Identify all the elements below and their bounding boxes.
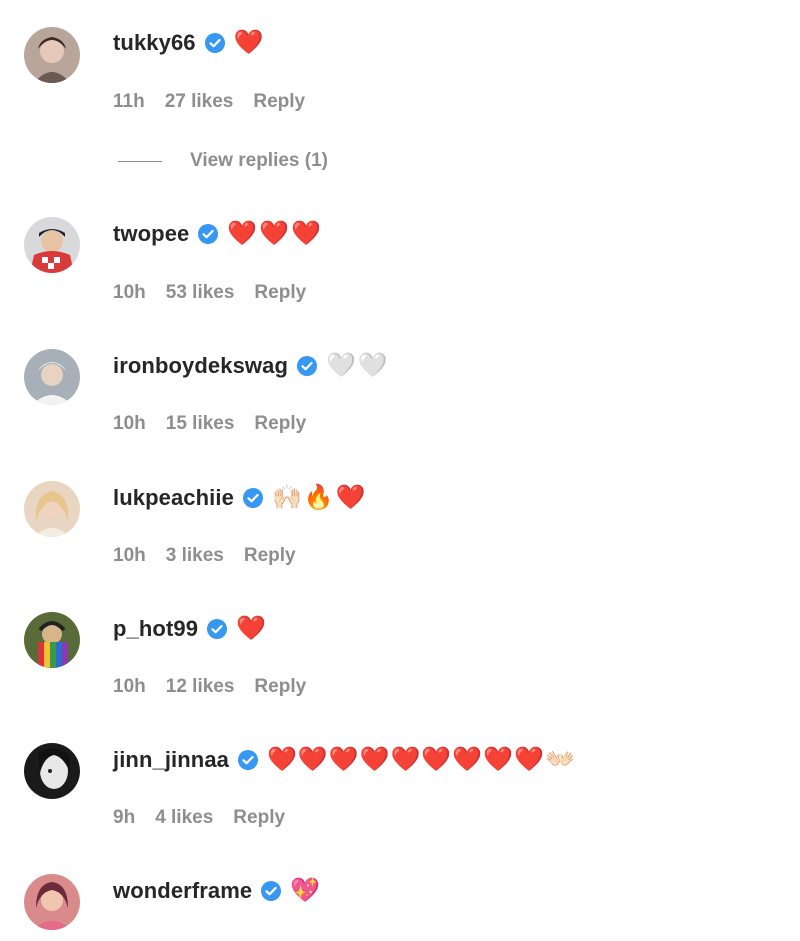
username[interactable]: jinn_jinnaa xyxy=(113,747,229,773)
avatar[interactable] xyxy=(24,481,80,537)
comment-time: 10h xyxy=(113,545,146,566)
reply-button[interactable]: Reply xyxy=(254,282,306,304)
view-replies-button[interactable]: View replies (1) xyxy=(118,150,328,172)
reply-button[interactable]: Reply xyxy=(253,91,305,113)
username[interactable]: tukky66 xyxy=(113,30,196,56)
like-count[interactable]: 4 likes xyxy=(155,807,213,829)
comment-time: 10h xyxy=(113,676,146,697)
username[interactable]: wonderframe xyxy=(113,878,252,904)
comment-text: ❤️ xyxy=(233,29,266,56)
comment-text: ❤️ xyxy=(236,615,268,642)
verified-badge-icon xyxy=(206,618,228,640)
reply-button[interactable]: Reply xyxy=(254,413,306,435)
comment-text: ❤️❤️❤️❤️❤️❤️❤️❤️❤️👐🏻 xyxy=(267,746,576,773)
avatar[interactable] xyxy=(24,743,80,799)
like-count[interactable]: 53 likes xyxy=(166,282,235,304)
verified-badge-icon xyxy=(204,32,226,54)
reply-button[interactable]: Reply xyxy=(233,807,285,829)
verified-badge-icon xyxy=(296,355,318,377)
verified-badge-icon xyxy=(197,223,219,245)
username[interactable]: p_hot99 xyxy=(113,616,198,642)
comment-text: ❤️❤️❤️ xyxy=(227,220,324,247)
like-count[interactable]: 27 likes xyxy=(165,91,234,113)
avatar[interactable] xyxy=(24,27,80,83)
verified-badge-icon xyxy=(242,487,264,509)
reply-button[interactable]: Reply xyxy=(244,545,296,567)
avatar[interactable] xyxy=(24,217,80,273)
comment-text: 🙌🏻🔥❤️ xyxy=(271,484,368,511)
like-count[interactable]: 15 likes xyxy=(166,413,235,435)
comment-time: 10h xyxy=(113,282,146,303)
username[interactable]: ironboydekswag xyxy=(113,353,288,379)
comment-text: 💖 xyxy=(290,877,323,904)
username[interactable]: twopee xyxy=(113,221,189,247)
avatar[interactable] xyxy=(24,349,80,405)
like-count[interactable]: 3 likes xyxy=(166,545,224,567)
comment-time: 9h xyxy=(113,807,136,828)
avatar[interactable] xyxy=(24,612,80,668)
comment-text: 🤍🤍 xyxy=(326,352,390,379)
avatar[interactable] xyxy=(24,874,80,930)
view-replies-label: View replies (1) xyxy=(190,150,328,171)
reply-button[interactable]: Reply xyxy=(254,676,306,698)
verified-badge-icon xyxy=(260,880,282,902)
username[interactable]: lukpeachiie xyxy=(113,485,234,511)
verified-badge-icon xyxy=(237,749,259,771)
like-count[interactable]: 12 likes xyxy=(166,676,235,698)
comment-time: 11h xyxy=(113,91,145,112)
divider-line xyxy=(118,160,162,162)
comment-time: 10h xyxy=(113,413,146,434)
